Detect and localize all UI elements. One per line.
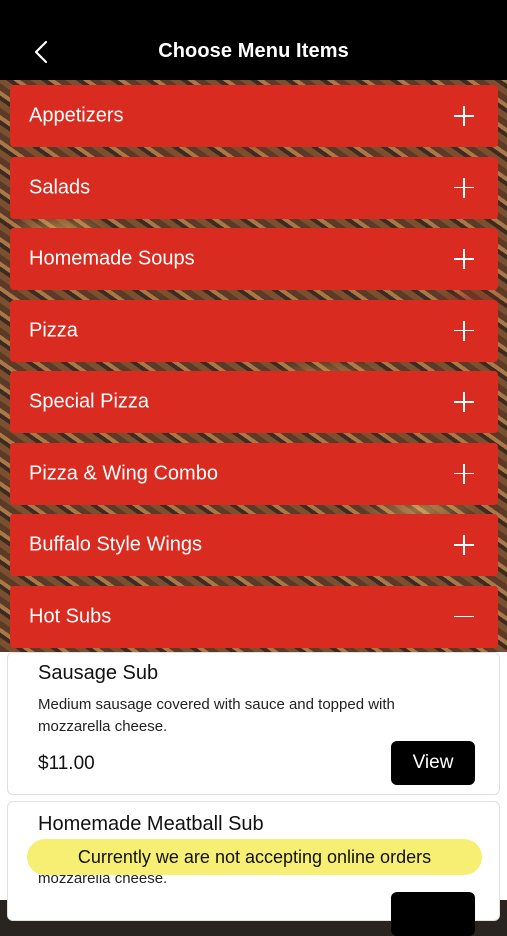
category-label: Buffalo Style Wings <box>29 533 203 556</box>
category-salads[interactable]: Salads <box>10 156 498 219</box>
plus-icon <box>454 463 474 484</box>
plus-icon <box>454 249 474 269</box>
plus-icon <box>454 177 474 198</box>
item-description: Medium sausage covered with sauce and to… <box>38 696 395 735</box>
plus-icon <box>454 320 474 341</box>
item-name: Sausage Sub <box>38 662 159 684</box>
category-pizza[interactable]: Pizza <box>10 299 498 362</box>
category-label: Salads <box>29 176 91 198</box>
plus-icon <box>454 392 474 412</box>
app-header: Choose Menu Items <box>0 0 507 80</box>
category-label: Hot Subs <box>29 605 112 627</box>
menu-item-card: Sausage Sub Medium sausage covered with … <box>7 652 500 795</box>
category-label: Appetizers <box>29 104 124 127</box>
category-homemade-soups[interactable]: Homemade Soups <box>10 228 498 290</box>
plus-icon <box>454 535 474 555</box>
category-label: Homemade Soups <box>29 247 195 270</box>
category-special-pizza[interactable]: Special Pizza <box>10 371 498 433</box>
category-hot-subs[interactable]: Hot Subs <box>10 585 498 648</box>
category-list: Appetizers Salads Homemade Soups Pizza S… <box>10 85 498 657</box>
category-pizza-wing-combo[interactable]: Pizza & Wing Combo <box>10 442 498 505</box>
item-name: Homemade Meatball Sub <box>38 813 264 835</box>
category-label: Pizza <box>29 319 78 341</box>
plus-icon <box>454 106 474 126</box>
category-label: Special Pizza <box>29 390 150 413</box>
page-title: Choose Menu Items <box>158 40 349 62</box>
ordering-unavailable-banner: Currently we are not accepting online or… <box>27 839 482 875</box>
category-label: Pizza & Wing Combo <box>29 462 218 484</box>
category-appetizers[interactable]: Appetizers <box>10 85 498 147</box>
item-price: $11.00 <box>38 753 95 774</box>
view-button[interactable]: View <box>391 741 475 785</box>
category-buffalo-style-wings[interactable]: Buffalo Style Wings <box>10 514 498 576</box>
view-button[interactable] <box>391 892 475 936</box>
minus-icon <box>454 607 474 627</box>
